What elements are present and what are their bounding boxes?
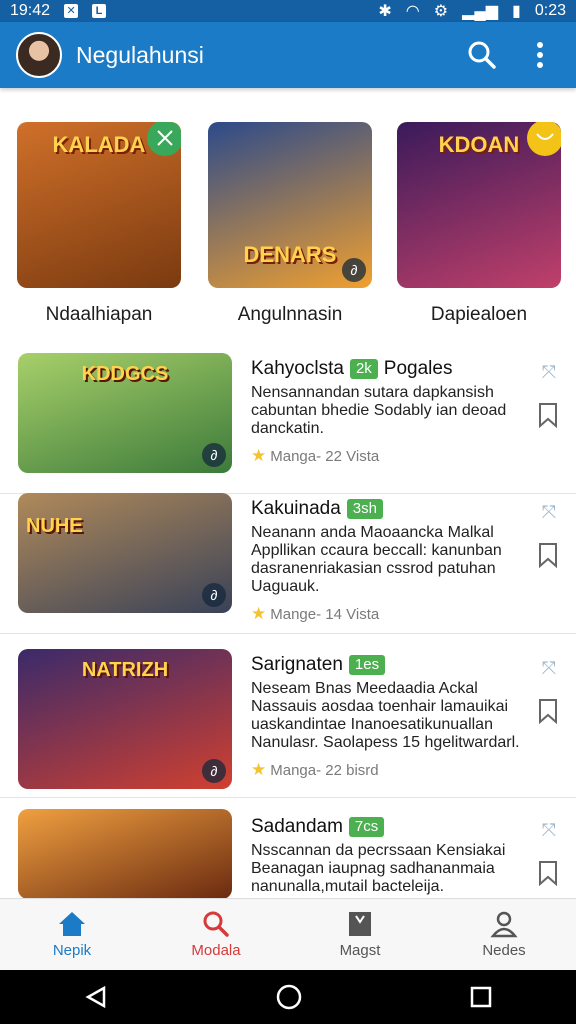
nav-item-home[interactable]: Nepik <box>0 899 144 970</box>
list-thumbnail <box>18 809 232 899</box>
featured-card[interactable]: KDOAN Dapiealoen <box>397 122 561 326</box>
signal-icon: ▂▄▆ <box>462 3 499 20</box>
link-icon: ∂ <box>202 759 226 783</box>
battery-icon: ▮ <box>512 3 521 20</box>
dismiss-icon[interactable]: ⤧ <box>542 658 556 679</box>
count-badge: 2k <box>349 359 378 379</box>
bookmark-icon[interactable] <box>538 542 558 573</box>
home-circle-icon[interactable] <box>276 984 302 1010</box>
item-meta: Manga- 22 bisrd <box>270 761 379 779</box>
featured-image: DENARS ∂ <box>208 122 372 288</box>
featured-section: KALADA Ndaalhiapan DENARS ∂ Angulnnasin … <box>0 108 576 338</box>
dismiss-icon[interactable]: ⤧ <box>542 502 556 523</box>
item-title: Kakuinada <box>251 498 341 519</box>
app-title: Negulahunsi <box>76 41 204 68</box>
item-description: Neanann anda Maoaancka Malkal Appllikan … <box>251 524 502 595</box>
list-item[interactable]: NATRIZH ∂ Sarignaten 1es Neseam Bnas Meed… <box>0 640 576 798</box>
list-thumbnail: NUHE ∂ <box>18 493 232 613</box>
item-meta: Mange- 14 Vista <box>270 605 380 623</box>
item-title: Sadandam <box>251 816 343 837</box>
item-title-suffix: Pogales <box>383 358 453 379</box>
system-navigation-bar <box>0 970 576 1024</box>
list-item[interactable]: KDDGCS ∂ Kahyoclsta 2k Pogales Nensannanda… <box>0 344 576 494</box>
nav-item-magazine[interactable]: Magst <box>288 899 432 970</box>
link-icon: ∂ <box>342 258 366 282</box>
dismiss-icon[interactable]: ⤧ <box>542 362 556 383</box>
list-thumbnail: NATRIZH ∂ <box>18 649 232 789</box>
item-description: Neseam Bnas Meedaadia Ackal Nassauis aos… <box>251 680 520 751</box>
item-title: Sarignaten <box>251 654 343 675</box>
home-icon <box>59 912 85 936</box>
app-notification-icon: ✕ <box>64 4 79 18</box>
search-icon <box>468 41 496 69</box>
link-icon: ∂ <box>202 443 226 467</box>
nav-label: Magst <box>339 942 381 959</box>
nav-label: Modala <box>191 942 241 959</box>
bottom-navigation: Nepik Modala Magst Nedes <box>0 898 576 970</box>
more-vert-icon <box>537 42 543 68</box>
thumbnail-art-title: NATRIZH <box>81 659 169 681</box>
nav-item-profile[interactable]: Nedes <box>432 899 576 970</box>
star-icon: ★ <box>251 604 267 623</box>
profile-icon <box>490 911 518 938</box>
list-thumbnail: KDDGCS ∂ <box>18 353 232 473</box>
item-description: Nsscannan da pecrssaan Kensiakai Beanaga… <box>251 842 506 895</box>
status-time-left: 19:42 <box>10 2 51 19</box>
count-badge: 1es <box>348 655 386 675</box>
settings-icon: ⚙ <box>433 3 449 20</box>
featured-card[interactable]: KALADA Ndaalhiapan <box>17 122 181 326</box>
search-icon <box>203 911 229 937</box>
bookmark-icon[interactable] <box>538 402 558 433</box>
item-description: Nensannandan sutara dapkansish cabuntan … <box>251 384 507 437</box>
featured-image: KDOAN <box>397 122 561 288</box>
status-bar: 19:42 ✕ L ✱ ◠ ⚙ ▂▄▆ ▮ 0:23 <box>0 0 576 22</box>
more-options-button[interactable] <box>520 35 560 75</box>
star-icon: ★ <box>251 446 267 465</box>
bookmark-icon[interactable] <box>538 860 558 891</box>
featured-title: Dapiealoen <box>430 304 528 325</box>
thumbnail-art-title: NUHE <box>26 515 83 537</box>
featured-title: Ndaalhiapan <box>45 304 153 325</box>
link-icon: ∂ <box>202 583 226 607</box>
search-button[interactable] <box>462 35 502 75</box>
star-icon: ★ <box>251 760 267 779</box>
bookmark-icon[interactable] <box>538 698 558 729</box>
featured-badge-icon <box>147 122 181 156</box>
bluetooth-icon: ✱ <box>378 3 392 20</box>
featured-card[interactable]: DENARS ∂ Angulnnasin <box>208 122 372 326</box>
nav-item-search[interactable]: Modala <box>144 899 288 970</box>
nav-label: Nedes <box>482 942 526 959</box>
item-meta: Manga- 22 Vista <box>270 447 380 465</box>
featured-title: Angulnnasin <box>237 304 343 325</box>
status-time-right: 0:23 <box>534 2 566 19</box>
featured-image: KALADA <box>17 122 181 288</box>
item-title: Kahyoclsta <box>251 358 344 379</box>
wifi-icon: ◠ <box>405 3 420 20</box>
book-icon <box>349 912 371 936</box>
back-icon[interactable] <box>84 985 108 1009</box>
nav-label: Nepik <box>52 942 92 959</box>
featured-badge-icon <box>527 122 561 156</box>
thumbnail-art-title: KDDGCS <box>81 363 169 385</box>
avatar[interactable] <box>16 32 62 78</box>
count-badge: 3sh <box>346 499 383 519</box>
count-badge: 7cs <box>348 817 385 837</box>
notification-icon: L <box>92 4 107 18</box>
list-item[interactable]: NUHE ∂ Kakuinada 3sh Neanann anda Maoaanc… <box>0 484 576 634</box>
recents-icon[interactable] <box>470 986 492 1008</box>
app-bar: Negulahunsi <box>0 22 576 88</box>
dismiss-icon[interactable]: ⤧ <box>542 820 556 841</box>
